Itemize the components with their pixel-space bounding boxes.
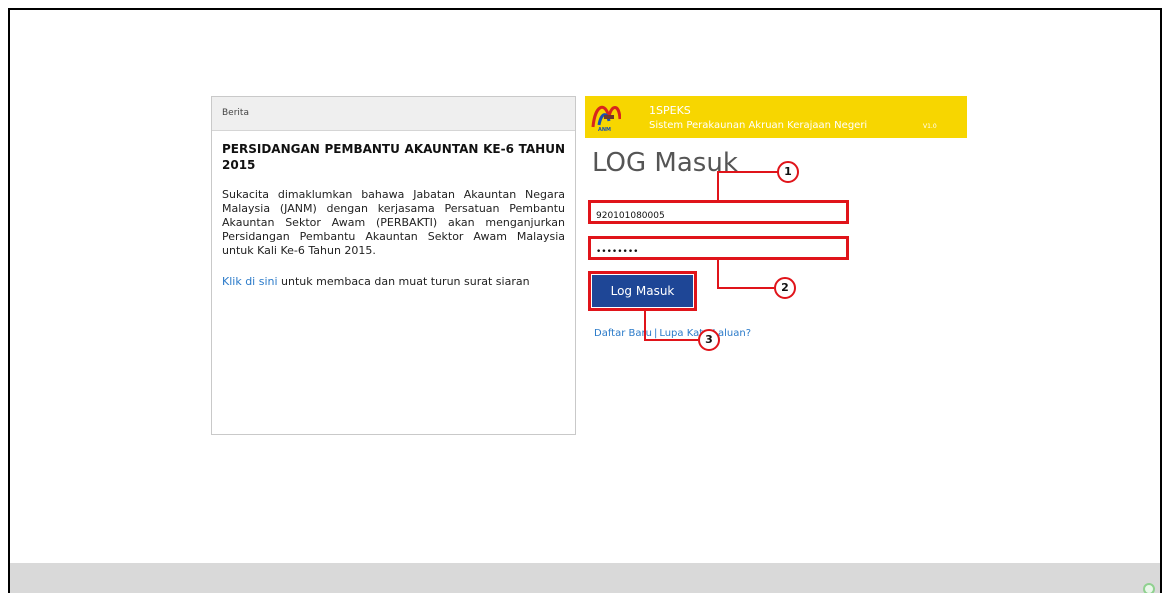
news-text: Sukacita dimaklumkan bahawa Jabatan Akau…	[222, 188, 565, 257]
brand-subtitle: Sistem Perakaunan Akruan Kerajaan Negeri	[649, 120, 868, 131]
login-title: LOG Masuk	[592, 148, 738, 178]
news-header: Berita	[212, 97, 575, 131]
news-link-suffix: untuk membaca dan muat turun surat siara…	[277, 275, 530, 288]
login-button[interactable]: Log Masuk	[592, 275, 693, 307]
auth-links: Daftar Baru | Lupa Kata Laluan?	[594, 328, 751, 339]
anm-logo-icon: ANM	[591, 105, 621, 133]
password-input[interactable]	[591, 243, 846, 261]
password-field-highlight	[588, 236, 849, 261]
brand-version: V1.0	[923, 123, 937, 130]
callout-badge-2: 2	[774, 277, 796, 299]
username-input[interactable]	[591, 207, 846, 225]
news-body: PERSIDANGAN PEMBANTU AKAUNTAN KE-6 TAHUN…	[212, 131, 575, 288]
username-field-highlight	[588, 200, 849, 225]
register-link[interactable]: Daftar Baru	[594, 328, 652, 339]
footer-indicator-icon	[1143, 583, 1155, 593]
news-link-line: Klik di sini untuk membaca dan muat turu…	[222, 275, 565, 288]
login-button-highlight: Log Masuk	[588, 271, 697, 311]
news-link[interactable]: Klik di sini	[222, 275, 278, 288]
link-separator: |	[653, 328, 658, 339]
logo-text: ANM	[598, 127, 611, 133]
brand-name: 1SPEKS	[649, 104, 691, 117]
callout-badge-3: 3	[698, 329, 720, 351]
brand-header: ANM 1SPEKS Sistem Perakaunan Akruan Kera…	[585, 96, 967, 138]
footer-bar	[10, 563, 1160, 593]
news-panel: Berita PERSIDANGAN PEMBANTU AKAUNTAN KE-…	[211, 96, 576, 435]
callout-badge-1: 1	[777, 161, 799, 183]
news-title: PERSIDANGAN PEMBANTU AKAUNTAN KE-6 TAHUN…	[222, 142, 565, 172]
